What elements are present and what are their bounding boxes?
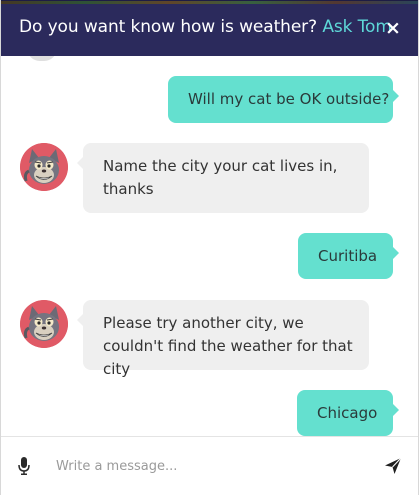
close-icon: × — [385, 17, 401, 39]
scrollbar[interactable] — [415, 56, 418, 436]
close-button[interactable]: × — [382, 15, 404, 41]
chat-header: Do you want know how is weather? Ask Tom… — [1, 0, 418, 56]
tom-cat-icon — [20, 143, 68, 191]
send-icon[interactable] — [384, 457, 402, 475]
bot-message: Name the city your cat lives in, thanks — [77, 143, 369, 213]
message-text: Curitiba — [318, 247, 378, 265]
header-question: Do you want know how is weather? — [19, 17, 317, 37]
user-message: Curitiba — [298, 233, 399, 279]
bot-message: Please try another city, we couldn't fin… — [77, 300, 369, 378]
message-composer — [1, 436, 418, 495]
tom-cat-avatar — [20, 143, 68, 191]
message-text: Will my cat be OK outside? — [188, 90, 390, 108]
chat-widget: Do you want know how is weather? Ask Tom… — [0, 0, 419, 495]
message-text: Chicago — [317, 404, 378, 422]
message-input[interactable] — [56, 454, 356, 478]
tom-cat-avatar — [20, 300, 68, 348]
message-list[interactable]: Will my cat be OK outside? Name the city… — [1, 56, 418, 436]
message-text: Name the city your cat lives in, thanks — [103, 157, 338, 198]
header-background-strip — [1, 1, 418, 4]
message-text: Please try another city, we couldn't fin… — [103, 314, 353, 378]
microphone-icon[interactable] — [18, 457, 30, 475]
avatar-partial — [27, 56, 57, 61]
user-message: Chicago — [297, 390, 399, 436]
user-message: Will my cat be OK outside? — [168, 76, 399, 123]
tom-cat-icon — [20, 300, 68, 348]
header-title: Do you want know how is weather? Ask Tom — [19, 17, 392, 37]
